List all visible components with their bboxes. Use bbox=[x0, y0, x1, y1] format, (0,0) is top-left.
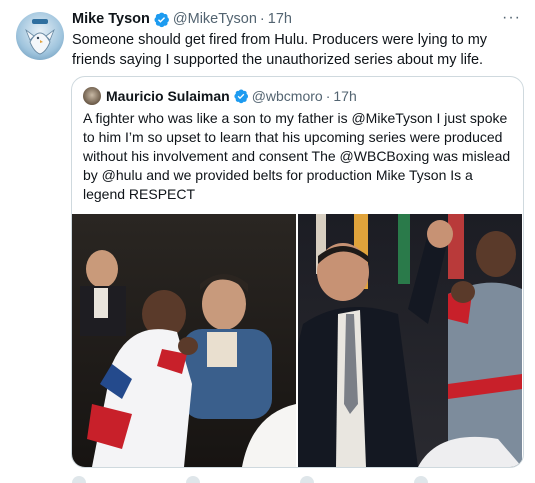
like-icon[interactable] bbox=[300, 476, 314, 483]
quoted-tweet[interactable]: Mauricio Sulaiman @wbcmoro · 17h A fight… bbox=[71, 76, 524, 468]
author-handle[interactable]: @MikeTyson bbox=[173, 10, 257, 28]
author-avatar[interactable] bbox=[16, 12, 64, 60]
tweet-text: Someone should get fired from Hulu. Prod… bbox=[72, 32, 488, 68]
photo-1[interactable] bbox=[72, 214, 296, 467]
retweet-icon[interactable] bbox=[186, 476, 200, 483]
separator-dot: · bbox=[325, 88, 331, 104]
photo-2[interactable] bbox=[298, 214, 522, 467]
action-bar-peek bbox=[72, 476, 428, 483]
quoted-author-avatar[interactable] bbox=[83, 87, 101, 105]
share-icon[interactable] bbox=[414, 476, 428, 483]
quoted-header: Mauricio Sulaiman @wbcmoro · 17h bbox=[83, 87, 357, 105]
tweet-header: Mike Tyson @MikeTyson · 17h bbox=[72, 10, 292, 28]
quoted-author-handle[interactable]: @wbcmoro bbox=[252, 87, 323, 105]
quoted-author-name[interactable]: Mauricio Sulaiman bbox=[106, 87, 230, 105]
media-grid bbox=[72, 214, 523, 467]
verified-badge-icon bbox=[233, 88, 249, 104]
separator-dot: · bbox=[259, 11, 265, 27]
tweet-timestamp[interactable]: 17h bbox=[268, 10, 292, 28]
more-options-icon[interactable]: ··· bbox=[502, 9, 521, 27]
author-name[interactable]: Mike Tyson bbox=[72, 10, 150, 28]
reply-icon[interactable] bbox=[72, 476, 86, 483]
quoted-text: A fighter who was like a son to my fathe… bbox=[83, 110, 511, 202]
verified-badge-icon bbox=[153, 11, 170, 28]
tweet[interactable]: Mike Tyson @MikeTyson · 17h ··· Someone … bbox=[0, 0, 535, 483]
quoted-timestamp[interactable]: 17h bbox=[333, 87, 356, 105]
